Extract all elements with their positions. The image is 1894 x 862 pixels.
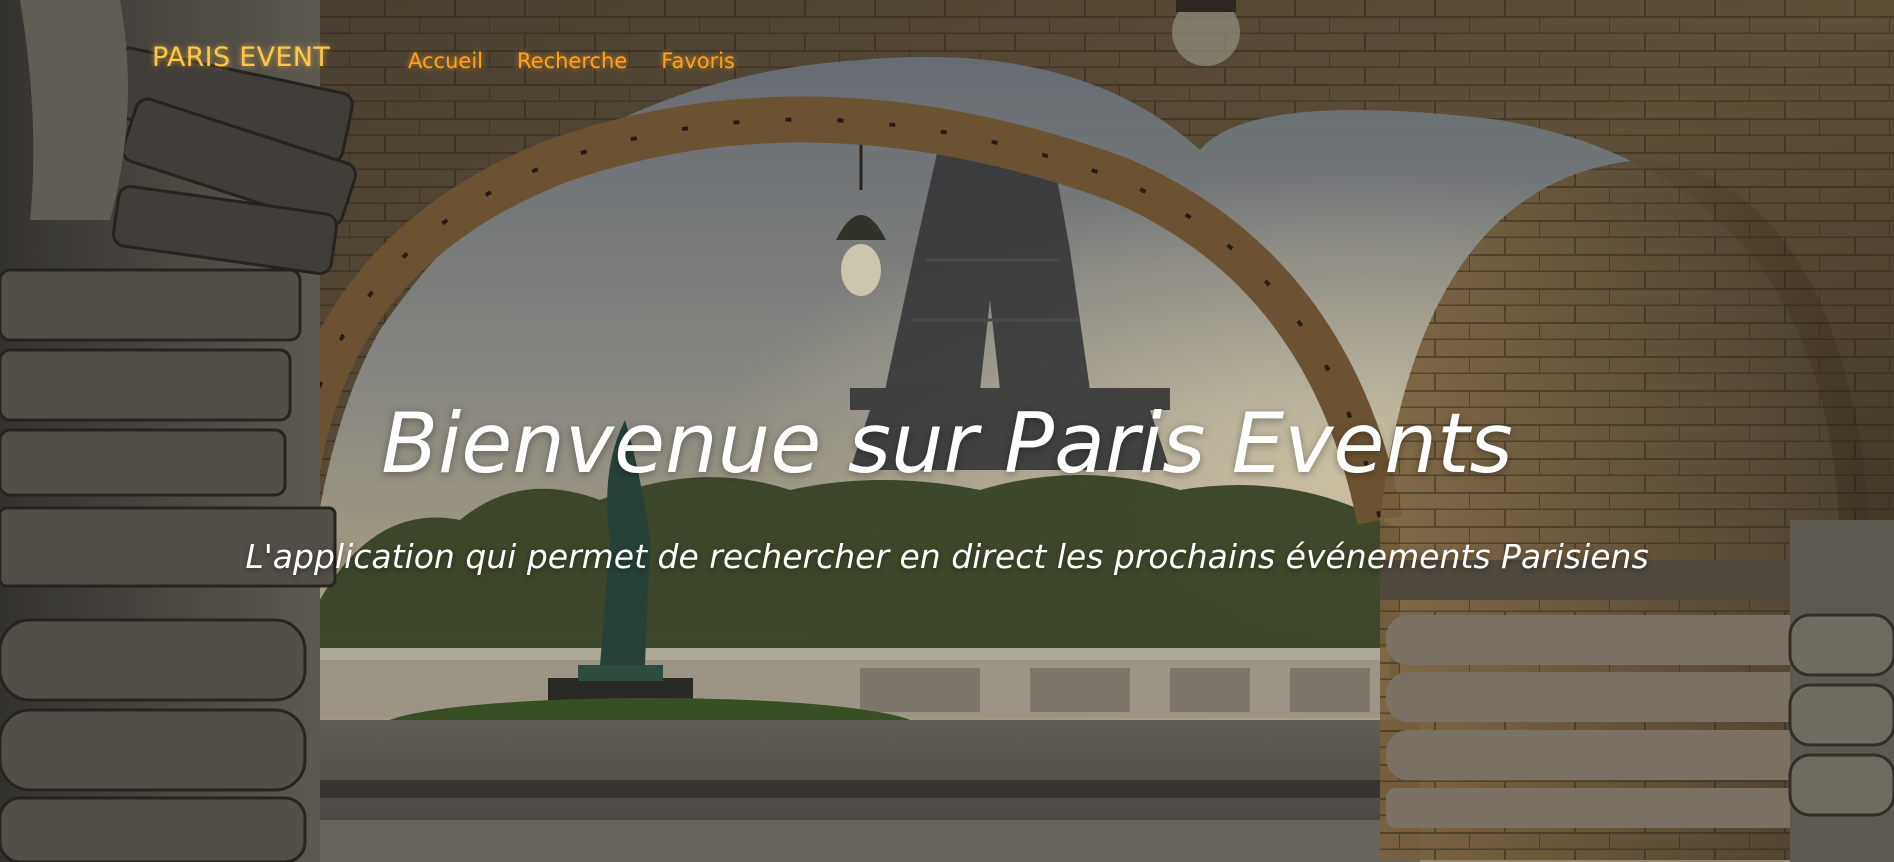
nav-link-recherche[interactable]: Recherche	[517, 49, 627, 73]
hero-title: Bienvenue sur Paris Events	[381, 395, 1513, 492]
nav-links: Accueil Recherche Favoris	[408, 49, 735, 73]
hero-subtitle: L'application qui permet de rechercher e…	[245, 537, 1649, 576]
top-navbar: PARIS EVENT Accueil Recherche Favoris	[0, 0, 1894, 120]
brand-logo-link[interactable]: PARIS EVENT	[152, 42, 330, 73]
nav-link-accueil[interactable]: Accueil	[408, 49, 483, 73]
hero-section: PARIS EVENT Accueil Recherche Favoris Bi…	[0, 0, 1894, 862]
nav-link-favoris[interactable]: Favoris	[661, 49, 735, 73]
